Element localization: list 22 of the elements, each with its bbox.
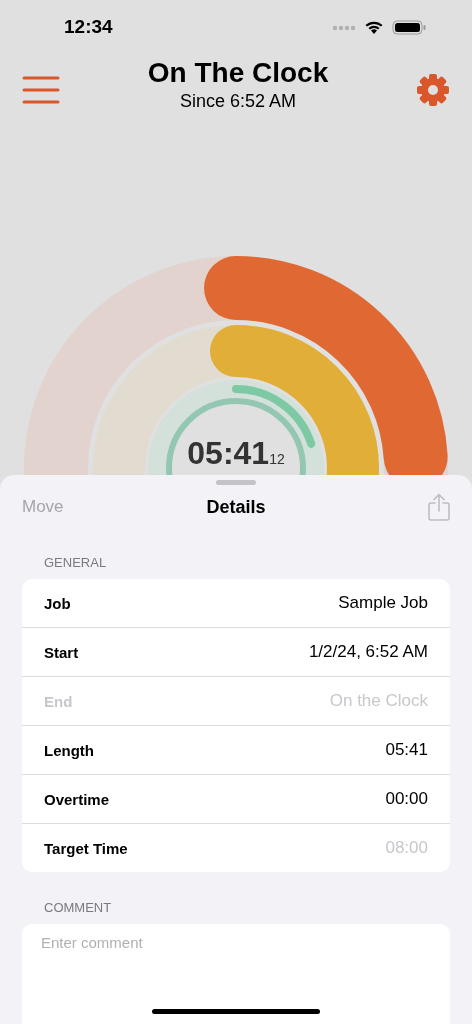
screen-title: On The Clock xyxy=(147,57,329,90)
row-value[interactable]: 05:41 xyxy=(385,740,428,760)
section-header: GENERAL xyxy=(43,555,108,570)
row-label: Job xyxy=(44,594,71,612)
row-label: Length xyxy=(44,741,94,759)
section-header: COMMENT xyxy=(43,900,113,915)
signal-icon xyxy=(332,24,356,31)
elapsed-time: 05:41 xyxy=(187,434,270,471)
row-value[interactable]: 00:00 xyxy=(385,789,428,809)
row-label: End xyxy=(44,692,73,710)
row-label: Target Time xyxy=(44,839,128,857)
elapsed-seconds: 12 xyxy=(269,450,285,467)
row-value[interactable]: Sample Job xyxy=(338,593,428,613)
row-label: Overtime xyxy=(44,790,110,808)
sheet-title: Details xyxy=(205,496,267,518)
battery-icon xyxy=(392,20,426,36)
comment-placeholder: Enter comment xyxy=(41,934,143,951)
status-time: 12:34 xyxy=(64,15,113,38)
row-value[interactable]: 1/2/24, 6:52 AM xyxy=(308,642,428,662)
wifi-icon xyxy=(364,20,384,36)
screen-subtitle: Since 6:52 AM xyxy=(178,91,298,113)
row-label: Start xyxy=(44,643,79,661)
